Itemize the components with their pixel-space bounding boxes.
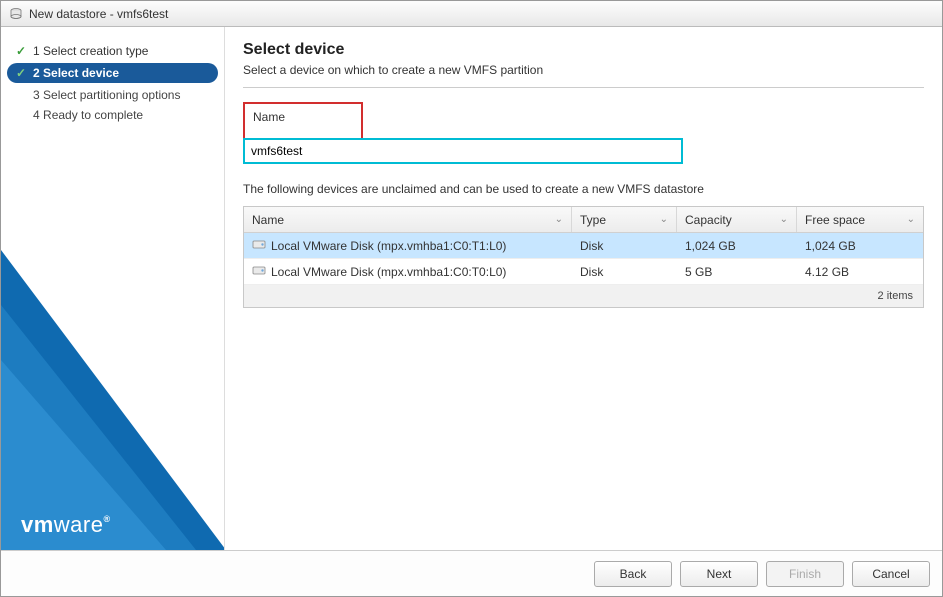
disk-icon — [252, 264, 266, 279]
device-free-space: 1,024 GB — [797, 239, 923, 253]
page-title: Select device — [243, 41, 924, 59]
column-header-capacity[interactable]: Capacity ⌄ — [677, 207, 797, 232]
device-capacity: 5 GB — [677, 265, 797, 279]
name-input[interactable] — [243, 138, 683, 164]
device-type: Disk — [572, 265, 677, 279]
wizard-step-label: 1 Select creation type — [33, 44, 148, 58]
column-header-label: Capacity — [685, 213, 732, 227]
device-name: Local VMware Disk (mpx.vmhba1:C0:T1:L0) — [271, 239, 506, 253]
wizard-step-label: 2 Select device — [33, 66, 119, 80]
brand-decoration: vmware® — [1, 250, 225, 550]
devices-table: Name ⌄ Type ⌄ Capacity ⌄ Free space ⌄ — [243, 206, 924, 308]
column-header-free-space[interactable]: Free space ⌄ — [797, 207, 923, 232]
column-header-name[interactable]: Name ⌄ — [244, 207, 572, 232]
sidebar: ✓ 1 Select creation type ✓ 2 Select devi… — [1, 27, 225, 550]
finish-button: Finish — [766, 561, 844, 587]
title-bar: New datastore - vmfs6test — [1, 1, 942, 27]
column-header-label: Name — [252, 213, 284, 227]
item-count: 2 items — [878, 290, 913, 302]
device-name: Local VMware Disk (mpx.vmhba1:C0:T0:L0) — [271, 265, 506, 279]
table-footer: 2 items — [244, 285, 923, 307]
wizard-step-4[interactable]: 4 Ready to complete — [1, 105, 224, 125]
chevron-down-icon: ⌄ — [555, 214, 563, 225]
wizard-step-label: 3 Select partitioning options — [33, 88, 180, 102]
table-row[interactable]: Local VMware Disk (mpx.vmhba1:C0:T0:L0) … — [244, 259, 923, 285]
devices-description: The following devices are unclaimed and … — [243, 182, 924, 196]
back-button[interactable]: Back — [594, 561, 672, 587]
column-header-label: Type — [580, 213, 606, 227]
chevron-down-icon: ⌄ — [780, 214, 788, 225]
wizard-body: ✓ 1 Select creation type ✓ 2 Select devi… — [1, 27, 942, 550]
next-button[interactable]: Next — [680, 561, 758, 587]
column-header-type[interactable]: Type ⌄ — [572, 207, 677, 232]
datastore-icon — [9, 7, 23, 21]
divider — [243, 87, 924, 88]
wizard-step-label: 4 Ready to complete — [33, 108, 143, 122]
svg-text:vmware®: vmware® — [21, 512, 111, 537]
name-field-group: Name — [243, 102, 924, 164]
device-type: Disk — [572, 239, 677, 253]
wizard-step-1[interactable]: ✓ 1 Select creation type — [1, 41, 224, 61]
main-content: Select device Select a device on which t… — [225, 27, 942, 550]
table-header-row: Name ⌄ Type ⌄ Capacity ⌄ Free space ⌄ — [244, 207, 923, 233]
check-icon: ✓ — [16, 66, 26, 80]
window-title: New datastore - vmfs6test — [29, 7, 168, 21]
wizard-steps: ✓ 1 Select creation type ✓ 2 Select devi… — [1, 41, 224, 135]
wizard-step-2[interactable]: ✓ 2 Select device — [7, 63, 218, 83]
device-free-space: 4.12 GB — [797, 265, 923, 279]
name-label: Name — [253, 110, 353, 124]
table-row[interactable]: Local VMware Disk (mpx.vmhba1:C0:T1:L0) … — [244, 233, 923, 259]
check-icon: ✓ — [16, 44, 26, 58]
page-subtitle: Select a device on which to create a new… — [243, 63, 924, 77]
chevron-down-icon: ⌄ — [660, 214, 668, 225]
disk-icon — [252, 238, 266, 253]
chevron-down-icon: ⌄ — [907, 214, 915, 225]
wizard-footer: Back Next Finish Cancel — [1, 550, 942, 596]
cancel-button[interactable]: Cancel — [852, 561, 930, 587]
device-capacity: 1,024 GB — [677, 239, 797, 253]
wizard-step-3[interactable]: 3 Select partitioning options — [1, 85, 224, 105]
column-header-label: Free space — [805, 213, 865, 227]
